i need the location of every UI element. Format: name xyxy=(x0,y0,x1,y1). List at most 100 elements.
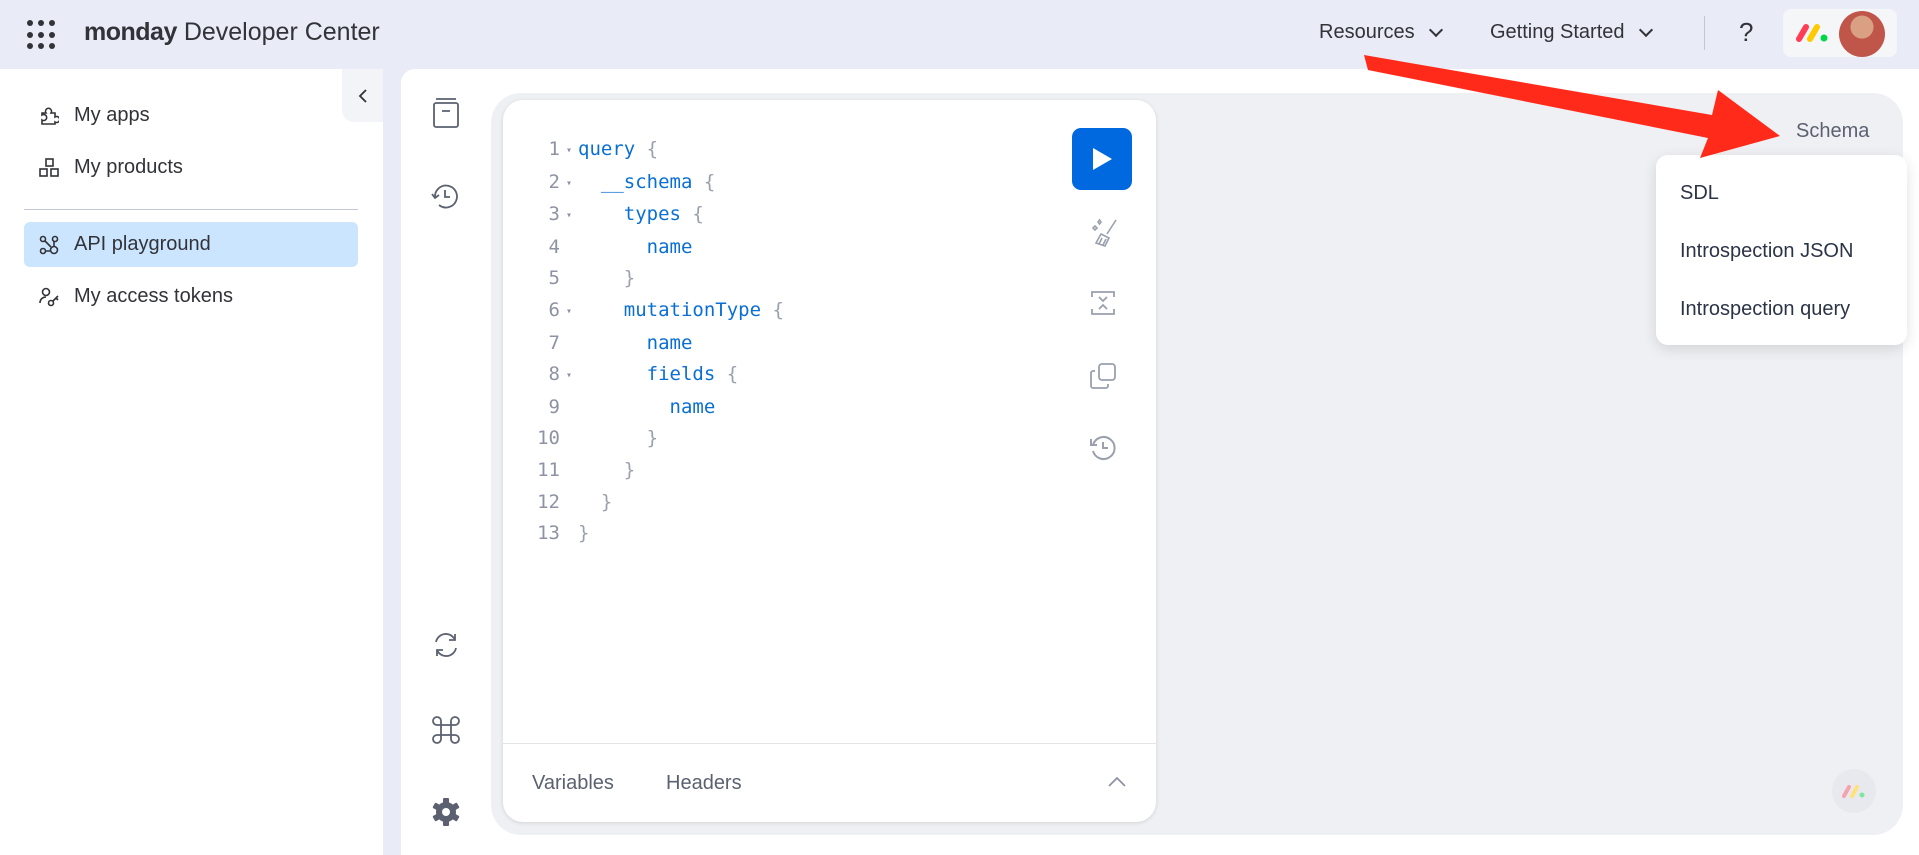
line-number: 8 xyxy=(548,363,560,386)
sidebar-item-my-products[interactable]: My products xyxy=(24,145,358,190)
code-brace: } xyxy=(623,458,636,481)
tokens-icon xyxy=(38,287,60,307)
code-field: fields xyxy=(646,363,716,386)
app-title[interactable]: monday Developer Center xyxy=(84,18,380,47)
sidebar-item-label: My products xyxy=(74,156,183,178)
schema-button[interactable]: Schema xyxy=(1796,120,1869,143)
title-text: Developer Center xyxy=(183,18,380,46)
line-number: 2 xyxy=(548,170,560,193)
apps-grid-icon[interactable] xyxy=(27,20,57,50)
graph-icon xyxy=(38,235,60,255)
code-brace: { xyxy=(692,170,716,193)
code-line: 6 ▾ mutationType { xyxy=(520,295,784,328)
code-line: 5 } xyxy=(520,263,784,295)
resources-label: Resources xyxy=(1319,21,1415,43)
refresh-icon[interactable] xyxy=(430,629,462,661)
history-icon[interactable] xyxy=(430,181,462,213)
line-number: 3 xyxy=(548,203,560,226)
code-line: 8 ▾ fields { xyxy=(520,359,784,392)
resources-menu[interactable]: Resources xyxy=(1319,21,1443,44)
sidebar-item-label: My access tokens xyxy=(74,285,233,307)
chevron-down-icon xyxy=(1638,22,1653,37)
fold-toggle-icon[interactable]: ▾ xyxy=(560,134,578,167)
fold-toggle-icon[interactable] xyxy=(560,263,578,295)
brand-name: monday xyxy=(84,18,177,46)
schema-dropdown-menu: SDL Introspection JSON Introspection que… xyxy=(1656,155,1907,345)
fold-toggle-icon[interactable] xyxy=(560,518,578,550)
code-brace: } xyxy=(646,427,659,450)
settings-icon[interactable] xyxy=(430,796,462,828)
header-divider xyxy=(1704,16,1705,50)
compress-icon xyxy=(1091,291,1115,315)
chevron-left-icon xyxy=(358,88,367,103)
code-area[interactable]: 1 ▾ query {2 ▾ __schema {3 ▾ types {4 name 5 … xyxy=(520,134,784,550)
magic-broom-icon xyxy=(1091,218,1117,247)
monday-ai-icon xyxy=(1842,785,1865,798)
fold-toggle-icon[interactable]: ▾ xyxy=(560,295,578,328)
prettify-button[interactable] xyxy=(1086,215,1120,249)
code-brace: } xyxy=(578,522,590,545)
menu-item-introspection-json[interactable]: Introspection JSON xyxy=(1680,240,1853,263)
code-line: 3 ▾ types { xyxy=(520,199,784,232)
fold-toggle-icon[interactable] xyxy=(560,423,578,455)
help-button[interactable]: ? xyxy=(1739,17,1753,48)
line-number: 13 xyxy=(537,522,560,545)
tab-headers[interactable]: Headers xyxy=(666,772,742,795)
line-number: 5 xyxy=(548,267,560,290)
keyboard-shortcuts-icon[interactable] xyxy=(430,714,462,746)
fold-toggle-icon[interactable]: ▾ xyxy=(560,167,578,200)
menu-item-introspection-query[interactable]: Introspection query xyxy=(1680,298,1850,321)
chevron-up-icon[interactable] xyxy=(1107,776,1127,788)
fold-toggle-icon[interactable]: ▾ xyxy=(560,199,578,232)
line-number: 1 xyxy=(548,138,560,160)
fold-toggle-icon[interactable]: ▾ xyxy=(560,359,578,392)
code-brace: { xyxy=(635,138,659,160)
history-icon xyxy=(1090,436,1116,460)
code-field: query xyxy=(578,138,636,160)
code-line: 12 } xyxy=(520,487,784,519)
code-brace: { xyxy=(680,203,704,226)
fold-toggle-icon[interactable] xyxy=(560,232,578,264)
line-number: 11 xyxy=(537,458,560,481)
history-button[interactable] xyxy=(1086,431,1120,465)
code-line: 1 ▾ query { xyxy=(520,134,784,167)
merge-fragments-button[interactable] xyxy=(1086,286,1120,320)
code-brace: { xyxy=(715,363,739,386)
fold-toggle-icon[interactable] xyxy=(560,392,578,424)
code-field: mutationType xyxy=(623,298,762,321)
avatar[interactable] xyxy=(1839,11,1885,57)
sidebar-item-my-access-tokens[interactable]: My access tokens xyxy=(24,274,358,319)
code-field: name xyxy=(646,331,693,354)
puzzle-icon xyxy=(38,106,60,126)
fold-toggle-icon[interactable] xyxy=(560,328,578,360)
copy-icon xyxy=(1090,363,1116,389)
code-line: 10 } xyxy=(520,423,784,455)
code-line: 7 name xyxy=(520,328,784,360)
code-line: 4 name xyxy=(520,232,784,264)
fold-toggle-icon[interactable] xyxy=(560,455,578,487)
line-number: 9 xyxy=(548,395,560,418)
top-header: monday Developer Center Resources Gettin… xyxy=(0,0,1919,69)
getting-started-menu[interactable]: Getting Started xyxy=(1490,21,1653,44)
tab-variables[interactable]: Variables xyxy=(532,772,614,795)
sidebar-item-label: My apps xyxy=(74,104,150,126)
menu-item-sdl[interactable]: SDL xyxy=(1680,182,1719,205)
run-query-button[interactable] xyxy=(1072,128,1132,190)
fold-toggle-icon[interactable] xyxy=(560,487,578,519)
code-field: name xyxy=(646,235,693,258)
docs-icon[interactable] xyxy=(430,97,462,129)
sidebar-item-api-playground[interactable]: API playground xyxy=(24,222,358,267)
copy-query-button[interactable] xyxy=(1086,359,1120,393)
sidebar-divider xyxy=(24,209,358,210)
assistant-button[interactable] xyxy=(1832,769,1876,813)
sidebar-item-my-apps[interactable]: My apps xyxy=(24,93,358,138)
